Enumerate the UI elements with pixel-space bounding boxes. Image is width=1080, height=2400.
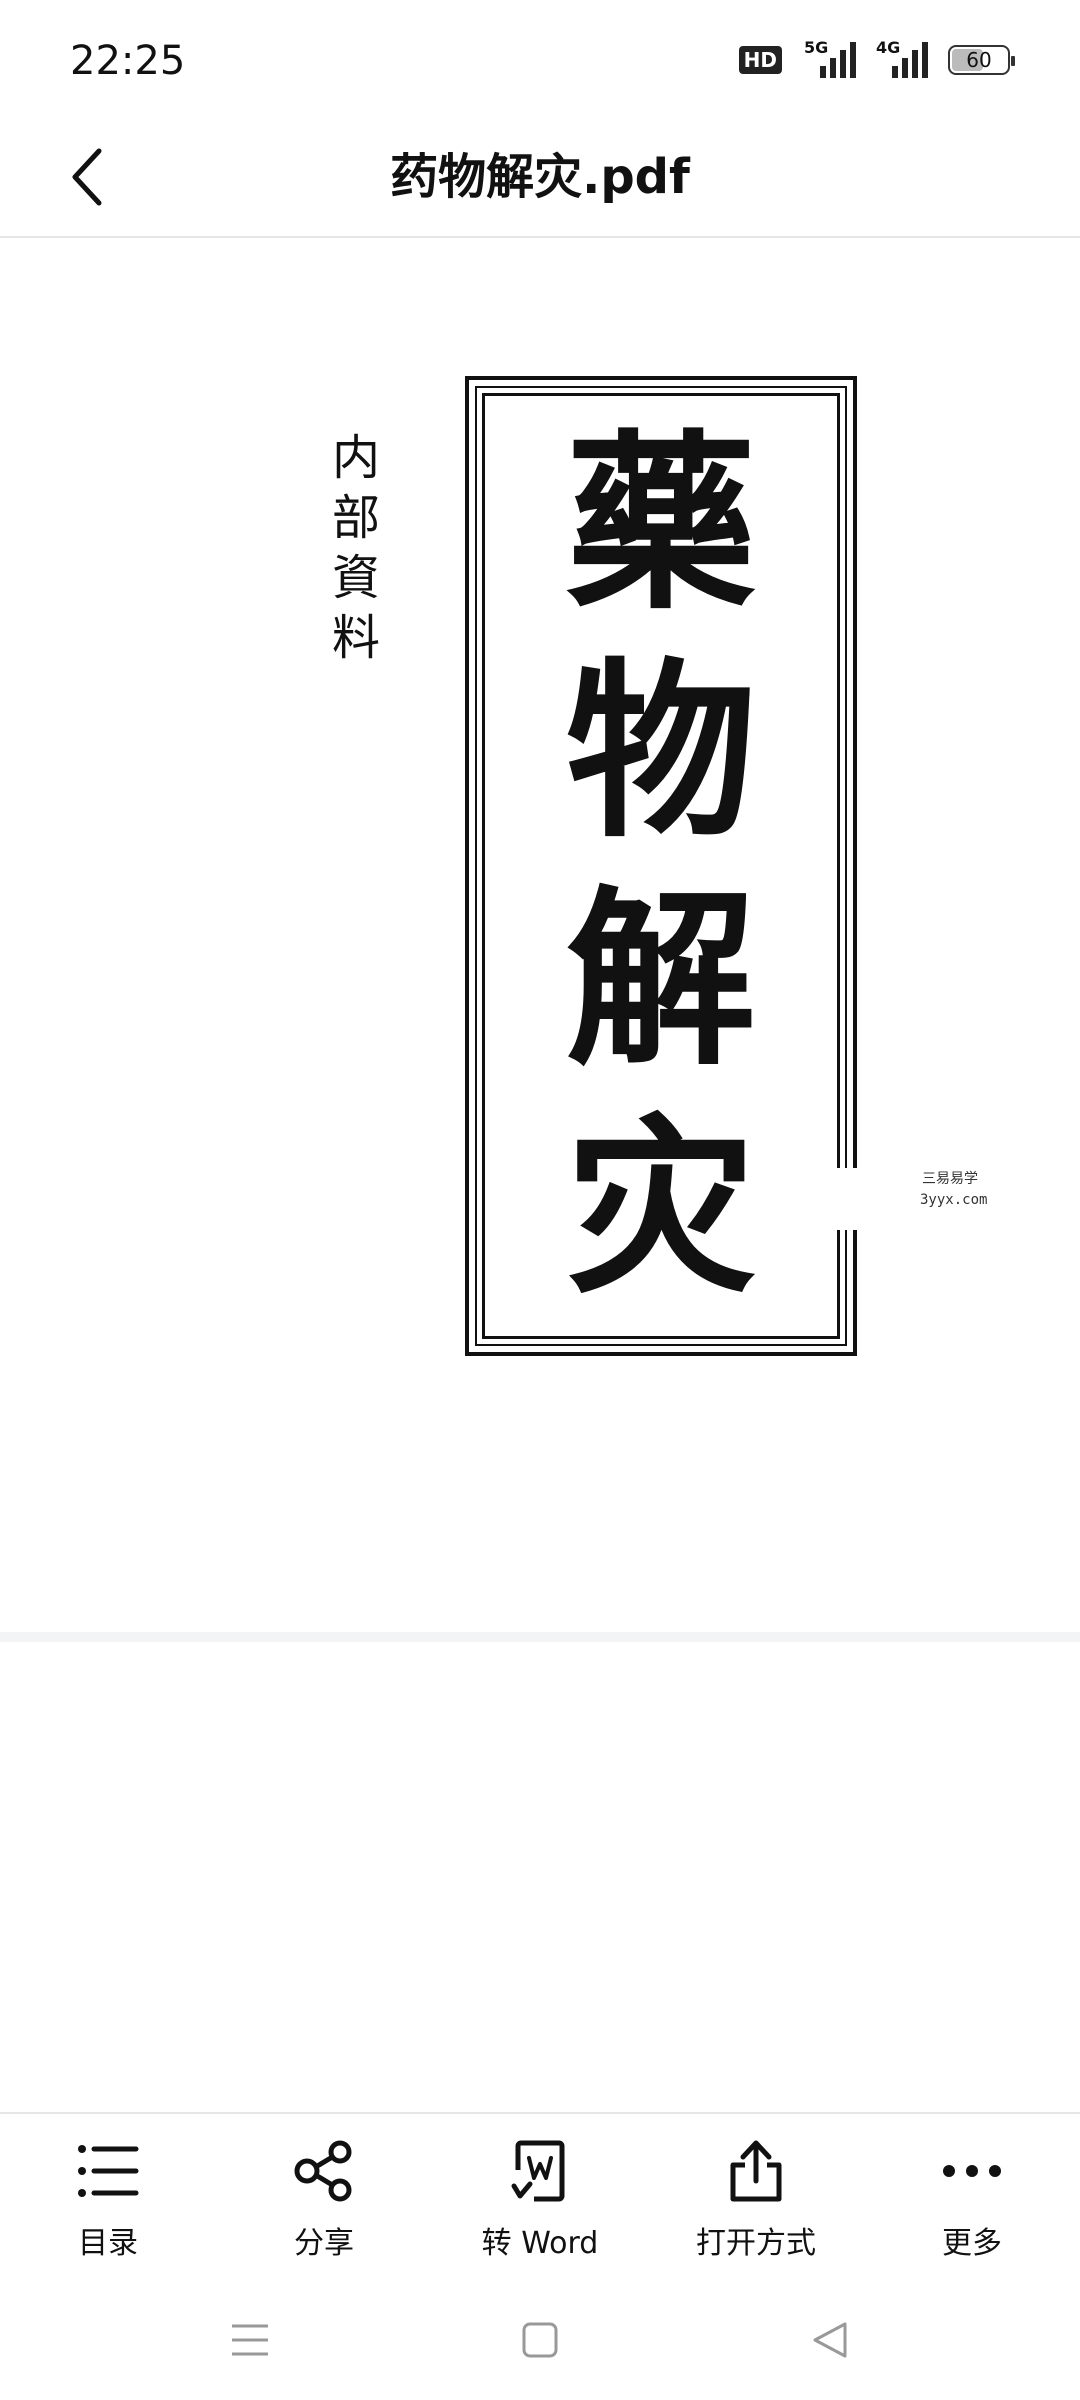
status-icons: HD 5G 4G 60 xyxy=(738,38,1015,80)
page-title: 药物解灾.pdf xyxy=(390,149,690,205)
side-label-char: 料 xyxy=(331,610,380,666)
side-label: 内 部 資 料 xyxy=(326,428,386,668)
list-icon xyxy=(78,2145,139,2197)
title-char: 灾 xyxy=(565,1096,756,1319)
watermark-line1: 三易易学 xyxy=(922,1171,978,1187)
signal-5g-icon: 5G xyxy=(804,38,856,78)
toc-button[interactable]: 目录 xyxy=(0,2114,216,2282)
share-label: 分享 xyxy=(294,2226,354,2261)
status-bar: 22:25 HD 5G 4G 60 xyxy=(0,0,1080,120)
word-icon xyxy=(511,2140,565,2202)
nav-back-button[interactable] xyxy=(800,2310,860,2370)
open-with-button[interactable]: 打开方式 xyxy=(648,2114,864,2282)
side-label-char: 内 xyxy=(331,430,380,486)
pdf-page-2[interactable] xyxy=(0,1642,1080,2112)
open-with-icon xyxy=(730,2140,782,2202)
hd-badge: HD xyxy=(738,46,782,74)
title-char: 解 xyxy=(565,868,756,1091)
title-frame: 藥 物 解 灾 xyxy=(465,376,857,1356)
open-with-label: 打开方式 xyxy=(696,2226,816,2261)
nav-home-button[interactable] xyxy=(510,2310,570,2370)
signal-4g-icon: 4G xyxy=(876,38,928,78)
side-label-char: 資 xyxy=(331,550,380,606)
title-bar: 药物解灾.pdf xyxy=(0,120,1080,238)
share-button[interactable]: 分享 xyxy=(216,2114,432,2282)
title-char: 物 xyxy=(565,640,756,863)
watermark-line2: 3yyx.com xyxy=(920,1192,988,1208)
back-triangle-icon xyxy=(813,2322,847,2358)
battery-level: 60 xyxy=(966,48,992,72)
more-icon xyxy=(943,2165,1001,2177)
more-label: 更多 xyxy=(942,2226,1002,2261)
pdf-page[interactable]: 内 部 資 料 藥 物 解 灾 三易易学 3yyx.com xyxy=(0,238,1080,1638)
system-nav-bar xyxy=(0,2280,1080,2400)
more-button[interactable]: 更多 xyxy=(864,2114,1080,2282)
convert-word-label: 转 Word xyxy=(481,2226,599,2261)
home-icon xyxy=(522,2322,558,2358)
document-title: 藥 物 解 灾 xyxy=(469,410,853,1322)
battery-icon: 60 xyxy=(948,45,1015,75)
side-label-char: 部 xyxy=(331,490,380,546)
convert-word-button[interactable]: 转 Word xyxy=(432,2114,648,2282)
nav-menu-button[interactable] xyxy=(220,2310,280,2370)
watermark: 三易易学 3yyx.com xyxy=(832,1168,1022,1230)
share-icon xyxy=(294,2140,352,2202)
status-time: 22:25 xyxy=(70,38,186,84)
page-separator xyxy=(0,1632,1080,1642)
menu-icon xyxy=(232,2324,268,2356)
title-char: 藥 xyxy=(565,412,756,635)
toc-label: 目录 xyxy=(78,2226,138,2261)
bottom-toolbar: 目录 分享 转 Word 打开方式 更多 xyxy=(0,2112,1080,2282)
